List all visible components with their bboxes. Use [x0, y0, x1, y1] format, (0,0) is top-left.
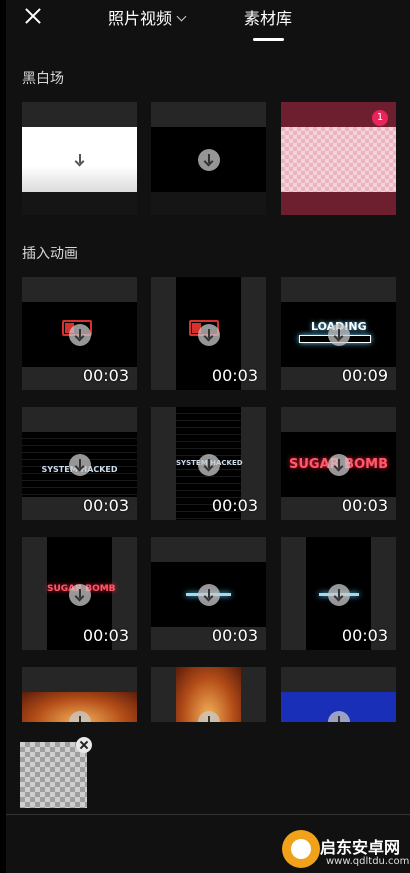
duration-label: 00:03	[82, 626, 129, 645]
tab-library-label: 素材库	[244, 9, 293, 28]
material-tile-transparent[interactable]: 1	[281, 102, 396, 215]
download-icon	[197, 149, 220, 171]
animation-tile[interactable]	[22, 667, 137, 722]
download-icon	[197, 454, 220, 476]
download-icon	[197, 324, 220, 346]
animation-tile[interactable]: 00:03	[151, 277, 266, 390]
watermark: 启东安卓网 www.qdltdu.com	[282, 828, 410, 873]
download-icon	[68, 454, 91, 476]
chevron-down-icon	[176, 11, 187, 22]
section-title-insert-animation: 插入动画	[22, 246, 78, 262]
download-icon	[327, 584, 350, 606]
download-icon	[68, 584, 91, 606]
close-icon[interactable]	[24, 7, 42, 25]
duration-label: 00:03	[341, 496, 388, 515]
selected-count-badge: 1	[372, 110, 388, 126]
tray-divider	[6, 814, 410, 815]
animation-tile[interactable]: SYSTEM HACKED 00:03	[151, 407, 266, 520]
animation-tile[interactable]: 00:03	[281, 537, 396, 650]
duration-label: 00:03	[82, 496, 129, 515]
transparent-clip-preview	[281, 127, 396, 192]
animation-tile[interactable]	[151, 667, 266, 722]
remove-selected-icon[interactable]	[76, 737, 92, 753]
animation-tile[interactable]: SUGAR BOMB 00:03	[22, 537, 137, 650]
material-tile-white[interactable]	[22, 102, 137, 215]
duration-label: 00:03	[211, 366, 258, 385]
tile-shade	[22, 192, 137, 215]
section-title-black-white: 黑白场	[22, 71, 64, 87]
download-icon	[69, 149, 91, 171]
animation-tile[interactable]: LOADING 00:09	[281, 277, 396, 390]
download-icon	[327, 454, 350, 476]
tab-photos-videos[interactable]: 照片视频	[108, 5, 187, 29]
watermark-logo-icon	[282, 830, 320, 868]
material-tile-black[interactable]	[151, 102, 266, 215]
duration-label: 00:09	[341, 366, 388, 385]
animation-tile[interactable]	[281, 667, 396, 722]
watermark-url: www.qdltdu.com	[326, 856, 410, 867]
duration-label: 00:03	[341, 626, 388, 645]
active-tab-indicator	[253, 38, 284, 41]
tile-shade	[281, 192, 396, 215]
animation-tile[interactable]: SUGAR BOMB 00:03	[281, 407, 396, 520]
animation-tile[interactable]: 00:03	[22, 277, 137, 390]
animation-tile[interactable]: 00:03	[151, 537, 266, 650]
duration-label: 00:03	[82, 366, 129, 385]
selected-material-thumbnail[interactable]	[20, 742, 87, 808]
download-icon	[197, 584, 220, 606]
watermark-title: 启东安卓网	[320, 838, 401, 857]
tab-material-library[interactable]: 素材库	[244, 5, 292, 29]
download-icon	[68, 324, 91, 346]
tab-photos-label: 照片视频	[108, 9, 173, 28]
duration-label: 00:03	[211, 496, 258, 515]
download-icon	[327, 324, 350, 346]
duration-label: 00:03	[211, 626, 258, 645]
animation-tile[interactable]: SYSTEM HACKED 00:03	[22, 407, 137, 520]
tile-shade	[151, 192, 266, 215]
